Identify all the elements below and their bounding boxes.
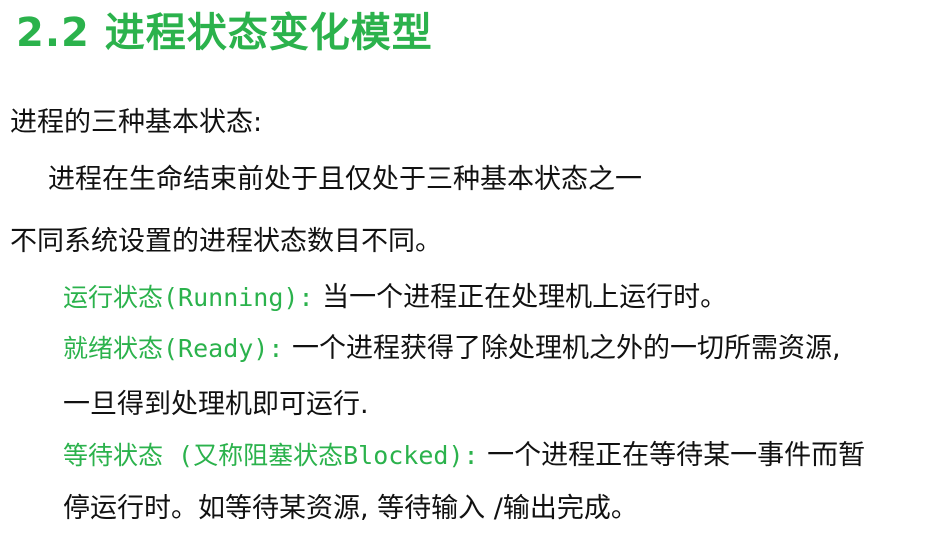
note-text: 不同系统设置的进程状态数目不同。 <box>10 226 442 257</box>
running-state-item: 运行状态(Running): 当一个进程正在处理机上运行时。 <box>63 278 727 318</box>
blocked-state-term: 等待状态 (又称阻塞状态Blocked): <box>63 441 479 470</box>
running-state-term: 运行状态(Running): <box>63 283 314 312</box>
running-state-desc: 当一个进程正在处理机上运行时。 <box>313 282 728 313</box>
page-title: 2.2 进程状态变化模型 <box>16 10 433 56</box>
intro-text: 进程的三种基本状态: <box>10 107 263 138</box>
ready-state-desc: 一个进程获得了除处理机之外的一切所需资源, <box>283 333 841 364</box>
ready-state-item: 就绪状态(Ready): 一个进程获得了除处理机之外的一切所需资源, <box>63 329 841 369</box>
ready-state-desc-cont: 一旦得到处理机即可运行. <box>63 389 369 420</box>
blocked-state-desc: 一个进程正在等待某一事件而暂 <box>478 440 866 471</box>
indented-statement: 进程在生命结束前处于且仅处于三种基本状态之一 <box>48 164 642 195</box>
blocked-state-item: 等待状态 (又称阻塞状态Blocked): 一个进程正在等待某一事件而暂 <box>63 436 865 476</box>
blocked-state-desc-cont: 停运行时。如等待某资源, 等待输入 /输出完成。 <box>63 493 638 524</box>
slide: 2.2 进程状态变化模型 进程的三种基本状态: 进程在生命结束前处于且仅处于三种… <box>0 0 945 540</box>
ready-state-term: 就绪状态(Ready): <box>63 334 284 363</box>
